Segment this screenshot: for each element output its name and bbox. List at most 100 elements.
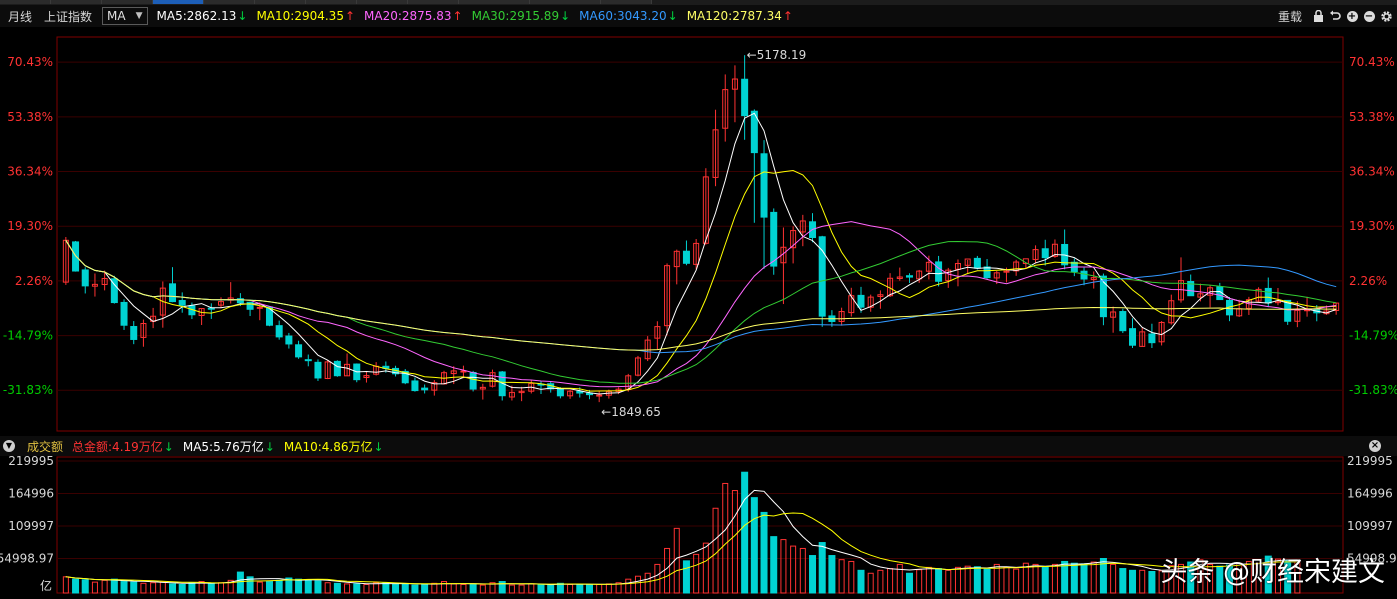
volume-bar <box>295 578 303 594</box>
volume-bar <box>431 582 438 594</box>
volume-bar <box>178 583 186 594</box>
volume-bar <box>1051 563 1058 594</box>
candlestick <box>712 109 719 187</box>
candlestick <box>760 140 768 269</box>
volume-tick-label-left: 54998.97 <box>0 551 54 565</box>
candle-body <box>81 269 89 287</box>
candlestick <box>750 109 758 223</box>
candlestick <box>1090 271 1097 289</box>
y-tick-label-left: -14.79% <box>3 329 53 343</box>
candlestick <box>207 303 215 319</box>
candlestick <box>469 370 477 392</box>
y-tick-label-right: 2.26% <box>1349 274 1387 288</box>
candlestick <box>1148 323 1156 349</box>
candlestick <box>479 383 486 400</box>
volume-tick-label-right: 109997 <box>1347 519 1393 533</box>
volume-bar <box>373 582 380 594</box>
candlestick <box>110 275 118 304</box>
y-tick-label-right: -31.83% <box>1349 383 1397 397</box>
volume-bar <box>731 490 738 594</box>
volume-bar <box>547 583 555 594</box>
volume-bar <box>1139 569 1146 594</box>
volume-bar <box>304 579 312 594</box>
volume-bar <box>790 545 797 594</box>
volume-bar <box>983 568 991 594</box>
candle-body <box>169 283 177 303</box>
volume-bar <box>460 583 467 594</box>
candlestick <box>1061 229 1069 270</box>
volume-bar <box>567 583 574 594</box>
y-tick-label-right: 36.34% <box>1349 165 1395 179</box>
volume-bar <box>275 579 283 594</box>
candle-body <box>1080 270 1088 280</box>
volume-bar <box>634 575 641 594</box>
candle-body <box>596 394 603 397</box>
candle-body <box>1119 311 1127 332</box>
volume-bar <box>693 553 700 594</box>
candle-body <box>256 306 263 309</box>
candle-body <box>905 275 913 278</box>
volume-bar <box>973 566 981 594</box>
volume-bar <box>770 536 778 594</box>
y-tick-label-right: 53.38% <box>1349 110 1395 124</box>
volume-bar <box>1090 561 1097 594</box>
volume-bar <box>644 572 651 594</box>
y-tick-label-left: 70.43% <box>7 55 53 69</box>
collapse-toggle-icon[interactable]: ▼ <box>3 440 15 452</box>
candlestick <box>324 360 331 380</box>
candlestick <box>1187 274 1195 297</box>
candlestick <box>838 307 845 326</box>
volume-bar <box>450 583 457 594</box>
candlestick <box>954 259 961 287</box>
volume-bar <box>479 584 486 594</box>
candle-body <box>770 211 778 267</box>
candlestick <box>150 307 157 329</box>
candlestick <box>731 65 738 123</box>
volume-bar <box>916 569 923 594</box>
candlestick <box>702 168 709 245</box>
close-icon[interactable]: × <box>1369 440 1381 452</box>
volume-bar <box>799 547 806 594</box>
candlestick <box>81 267 89 294</box>
watermark: 头条 @财经宋建文 <box>1160 557 1385 588</box>
candlestick <box>1032 245 1039 263</box>
volume-bar <box>576 583 584 594</box>
candlestick <box>314 359 322 381</box>
max-price-annotation: ←5178.19 <box>747 48 807 62</box>
volume-bar <box>528 583 535 594</box>
candlestick <box>401 369 409 385</box>
ma-line-ma120 <box>65 240 1337 351</box>
candlestick <box>964 258 971 274</box>
kline-frame <box>56 36 1344 432</box>
candlestick <box>1274 288 1281 306</box>
volume-bar <box>217 582 225 594</box>
volume-bar <box>392 583 400 594</box>
candlestick <box>983 259 991 279</box>
candlestick <box>770 208 778 275</box>
volume-bar <box>363 583 370 594</box>
chart-canvas: 70.43% 70.43% 53.38% 53.38% 36.34% 36.34% 19.3… <box>0 36 1397 594</box>
candlestick <box>227 282 234 304</box>
volume-title: 成交额 <box>27 439 64 454</box>
volume-bar <box>140 582 147 594</box>
candlestick <box>1304 296 1311 317</box>
ma-line-ma5 <box>65 112 1337 395</box>
volume-bar <box>857 569 865 594</box>
candle-body <box>460 370 467 373</box>
candlestick <box>848 287 855 317</box>
candlestick <box>518 386 525 402</box>
candle-body <box>275 325 283 338</box>
y-tick-label-right: -14.79% <box>1349 329 1397 343</box>
volume-bar <box>314 580 322 594</box>
candlestick <box>905 273 913 283</box>
candlestick <box>809 213 817 243</box>
volume-bar <box>333 582 341 594</box>
y-tick-label-left: 19.30% <box>7 219 53 233</box>
candlestick <box>973 255 981 270</box>
candlestick <box>373 362 380 376</box>
candle-body <box>1264 287 1272 304</box>
volume-bar <box>62 576 69 594</box>
y-tick-label-right: 70.43% <box>1349 55 1395 69</box>
candlestick <box>945 267 952 288</box>
candlestick <box>411 377 419 392</box>
